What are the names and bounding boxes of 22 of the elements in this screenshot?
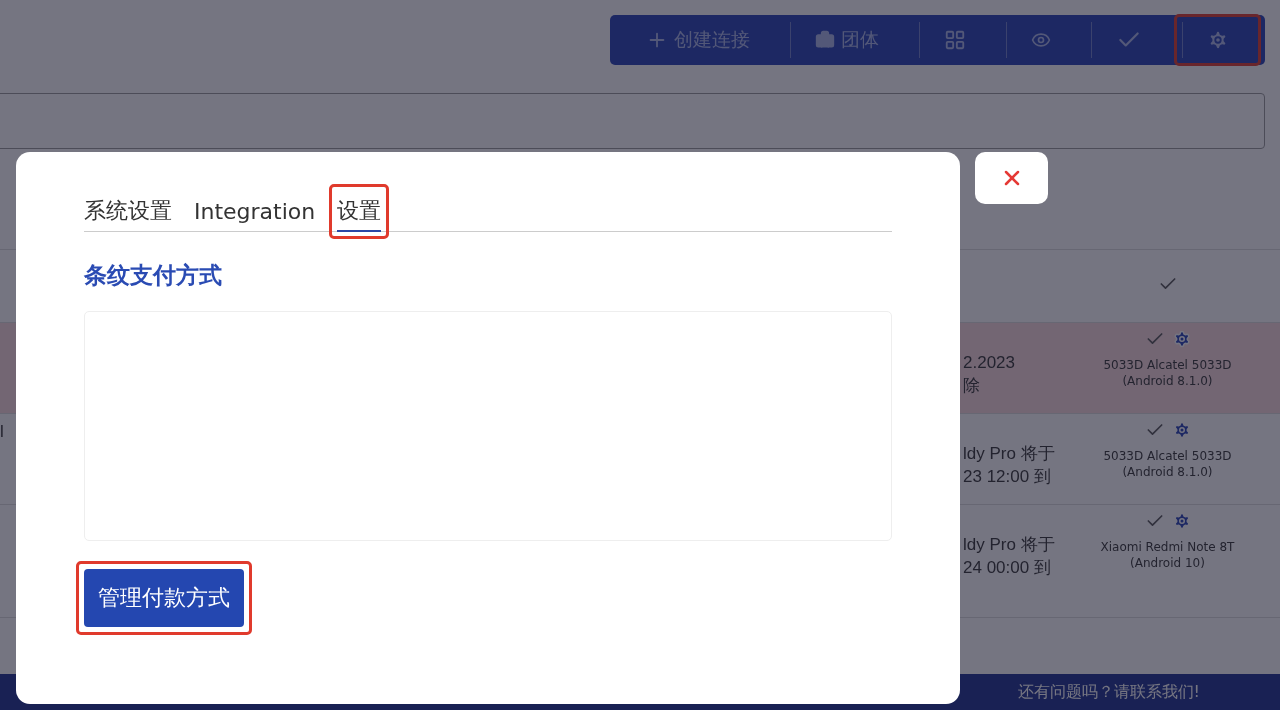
device-name: Xiaomi Redmi Note 8T (Android 10) (1099, 539, 1236, 571)
table-cell-text: 23 12:00 到 (963, 466, 1052, 488)
settings-icon[interactable] (1172, 330, 1191, 348)
tab[interactable]: 设置 (337, 192, 382, 232)
table-cell-text: 2.2023 (963, 352, 1016, 374)
manage-payment-button[interactable]: 管理付款方式 (84, 569, 244, 627)
section-heading: 条纹支付方式 (84, 261, 223, 290)
device-name: 5033D Alcatel 5033D (Android 8.1.0) (1102, 448, 1233, 480)
table-cell-text: 除 (963, 375, 981, 397)
tab[interactable]: 系统设置 (84, 192, 172, 232)
table-cell-text: 24 00:00 到 (963, 557, 1052, 579)
tab[interactable]: Integration (194, 192, 316, 232)
device-name: 5033D Alcatel 5033D (Android 8.1.0) (1102, 357, 1233, 389)
settings-icon (1207, 29, 1229, 51)
table-cell-text: ldy Pro 将于 (963, 443, 1056, 465)
table-cell-text: ldy Pro 将于 (963, 534, 1056, 556)
grid-icon (944, 29, 966, 51)
table-cell: l (0, 422, 4, 441)
close-button[interactable] (975, 152, 1048, 204)
search-field[interactable] (0, 93, 1265, 149)
briefcase-icon (815, 30, 835, 50)
eye-icon (1031, 30, 1051, 50)
